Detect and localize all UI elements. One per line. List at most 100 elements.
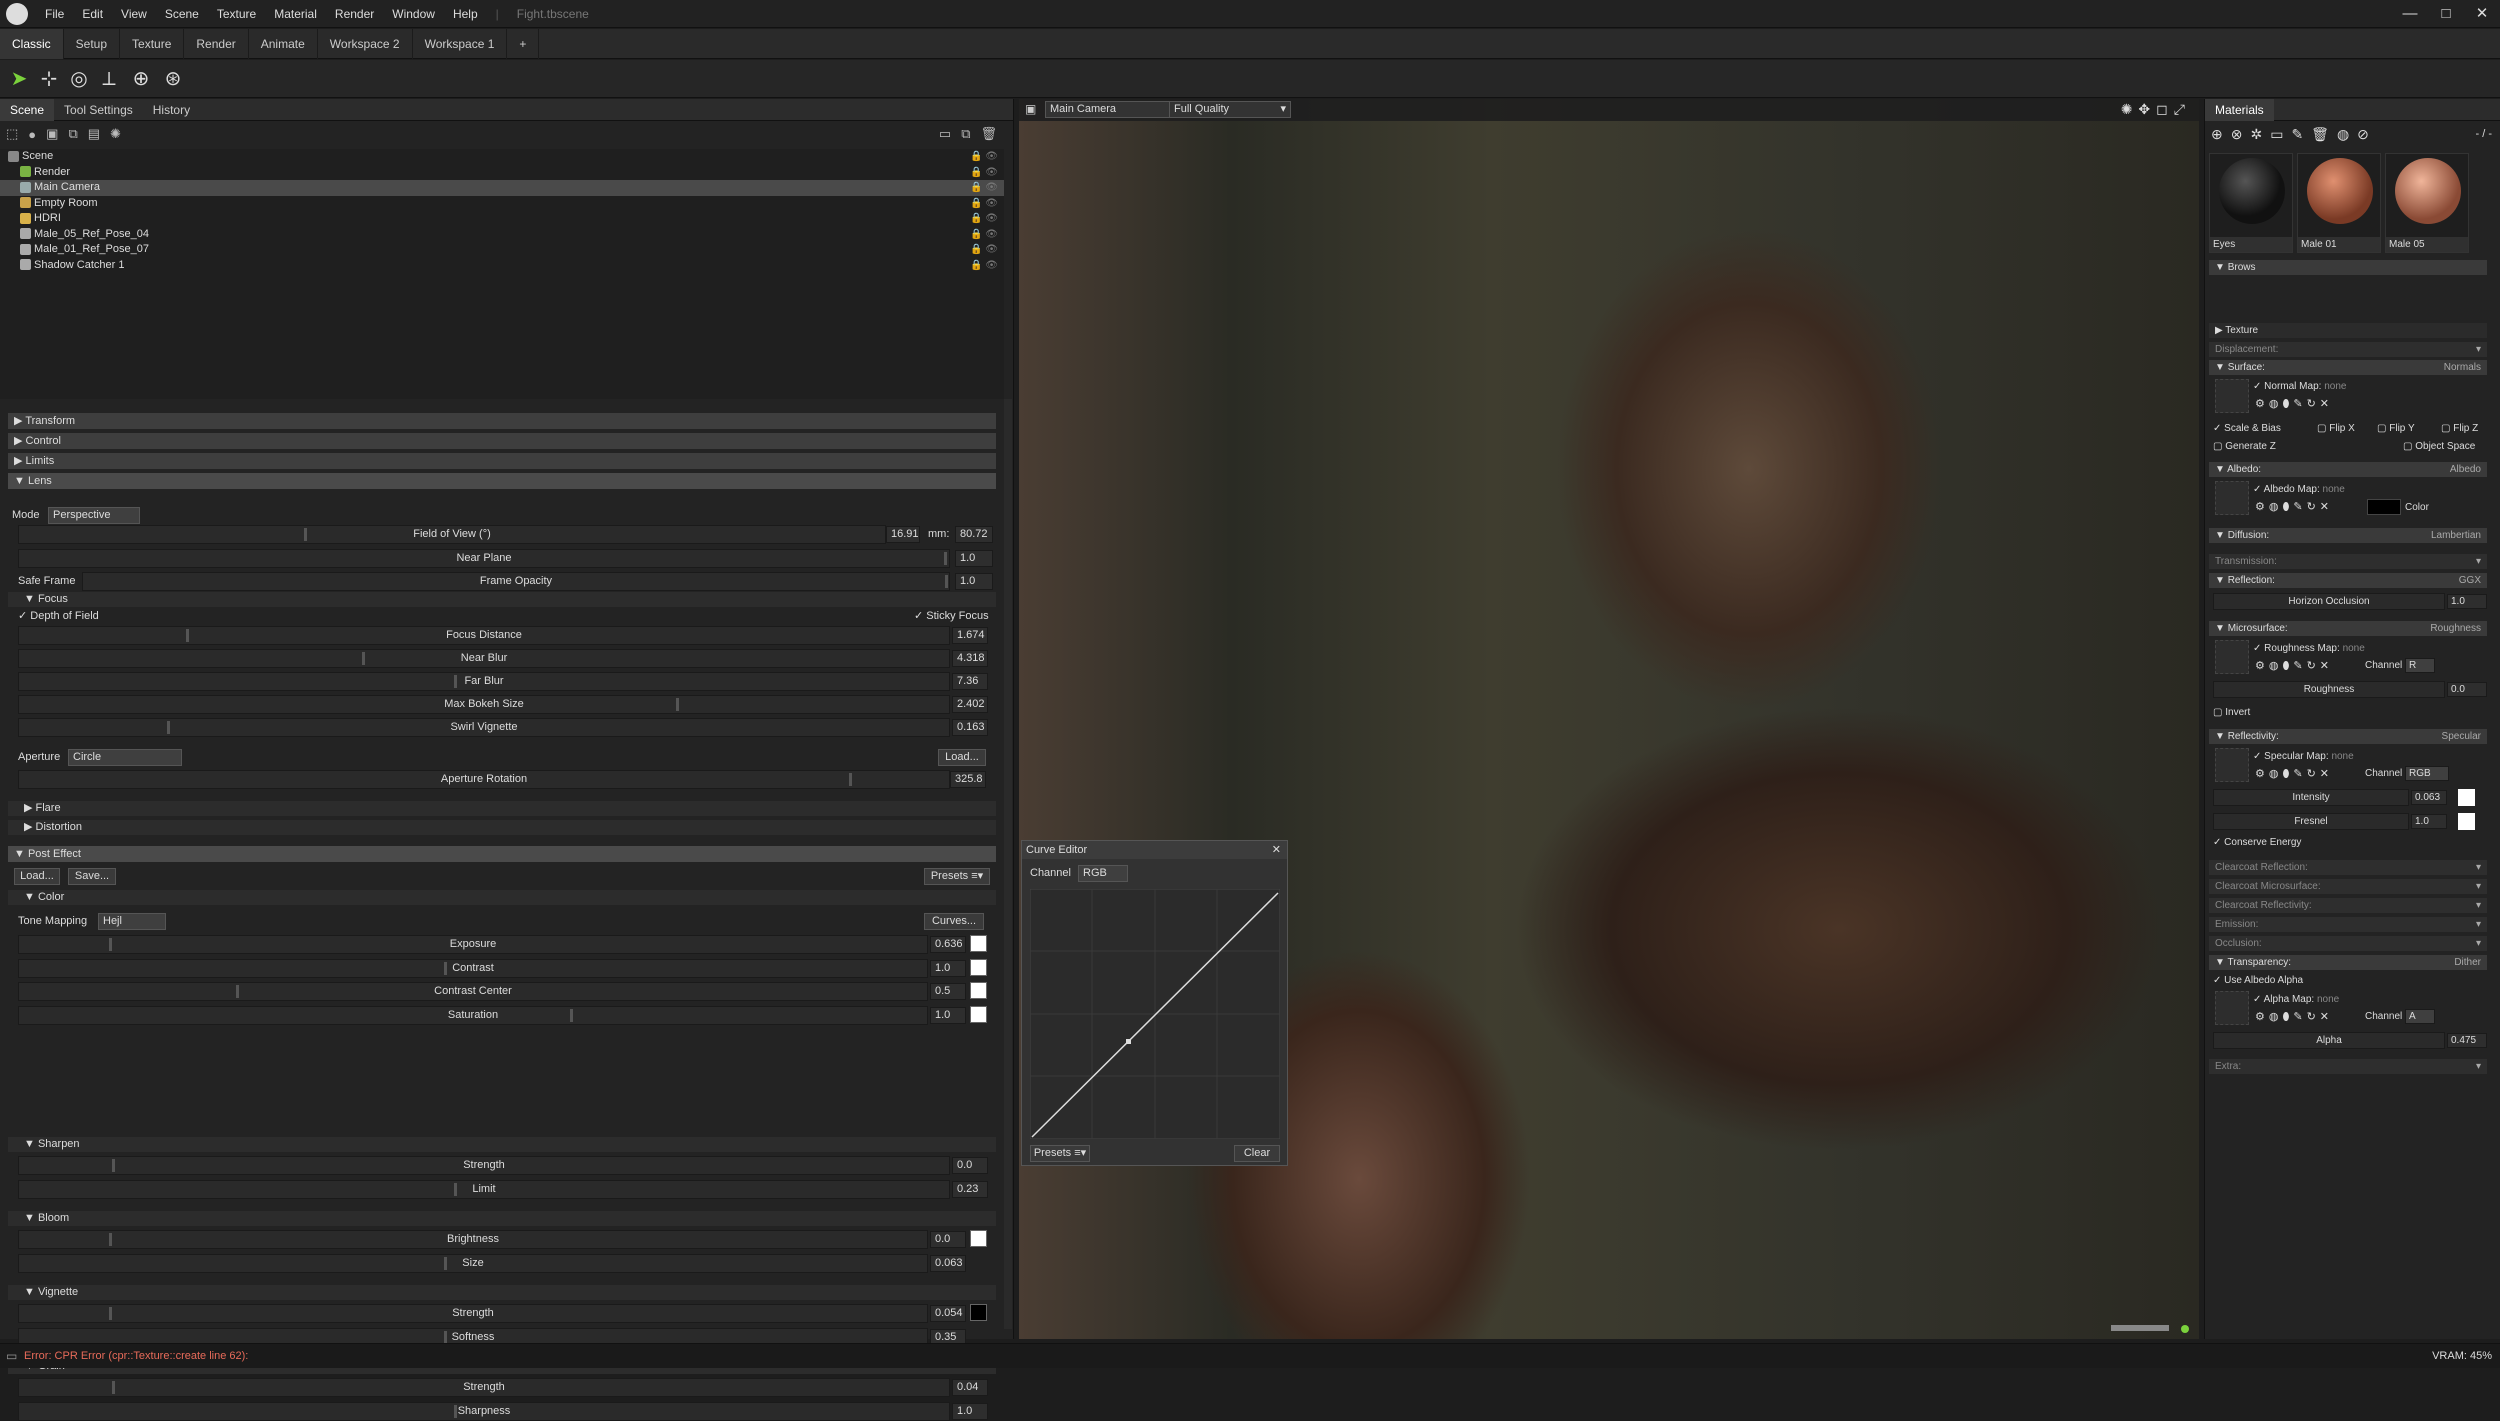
duplicate-icon[interactable]: ⧉ (68, 126, 77, 142)
section-diffusion[interactable]: ▼ Diffusion: Lambertian (2209, 528, 2487, 543)
section-transmission[interactable]: Transmission: ▾ (2209, 554, 2487, 569)
workspace-tab-setup[interactable]: Setup (64, 28, 121, 59)
section-clearcoat-microsurface[interactable]: Clearcoat Microsurface: ▾ (2209, 879, 2487, 894)
menu-scene[interactable]: Scene (156, 0, 208, 28)
use-albedo-alpha-checkbox[interactable]: ✓ Use Albedo Alpha (2213, 974, 2303, 988)
slider-value[interactable]: 0.5 (930, 983, 966, 1000)
materials-tab[interactable]: Materials (2205, 98, 2274, 121)
slider-value[interactable]: 7.36 (952, 673, 988, 690)
tone-mapping-dropdown[interactable]: Hejl (98, 913, 166, 930)
slider-value[interactable]: 0.636 (930, 936, 966, 953)
slider-knob[interactable] (676, 698, 679, 711)
section-extra[interactable]: Extra: ▾ (2209, 1059, 2487, 1074)
section-control[interactable]: ▶ Control (8, 433, 996, 449)
section-focus[interactable]: ▼ Focus (8, 592, 996, 607)
section-albedo[interactable]: ▼ Albedo: Albedo (2209, 462, 2487, 477)
slider-strength[interactable]: Strength (18, 1156, 950, 1175)
slider-strength[interactable]: Strength (18, 1304, 928, 1323)
menu-texture[interactable]: Texture (208, 0, 265, 28)
section-color[interactable]: ▼ Color (8, 890, 996, 905)
fresnel-color-swatch[interactable] (2458, 813, 2475, 830)
mm-value[interactable]: 80.72 (955, 526, 993, 543)
roughness-map-slot[interactable] (2215, 640, 2249, 674)
albedo-map-slot[interactable] (2215, 481, 2249, 515)
slider-knob[interactable] (444, 1330, 447, 1344)
alpha-value[interactable]: 0.475 (2447, 1033, 2487, 1048)
alpha-map-tools-icons[interactable]: ⚙◍⬮✎↻✕ (2255, 1010, 2333, 1024)
roughness-slider[interactable]: Roughness (2213, 681, 2445, 698)
slider-brightness[interactable]: Brightness (18, 1230, 928, 1249)
slider-strength[interactable]: Strength (18, 1378, 950, 1397)
lock-visibility-icons[interactable]: 🔒 👁 (970, 258, 998, 274)
slider-value[interactable]: 0.04 (952, 1379, 988, 1396)
section-limits[interactable]: ▶ Limits (8, 453, 996, 469)
intensity-color-swatch[interactable] (2458, 789, 2475, 806)
color-swatch[interactable] (970, 935, 987, 952)
lock-visibility-icons[interactable]: 🔒 👁 (970, 196, 998, 212)
lock-visibility-icons[interactable]: 🔒 👁 (970, 180, 998, 196)
frame-opacity-value[interactable]: 1.0 (955, 573, 993, 590)
tab-history[interactable]: History (143, 99, 200, 121)
material-thumb-male01[interactable]: Male 01 (2297, 153, 2381, 253)
paint-icon[interactable]: ✎ (2291, 126, 2303, 143)
slider-value[interactable]: 0.063 (930, 1254, 966, 1272)
aperture-dropdown[interactable]: Circle (68, 749, 182, 766)
section-vignette[interactable]: ▼ Vignette (8, 1285, 996, 1300)
camera-dropdown[interactable]: Main Camera▾ (1045, 101, 1183, 118)
specular-map-tools-icons[interactable]: ⚙◍⬮✎↻✕ (2255, 767, 2333, 781)
slider-saturation[interactable]: Saturation (18, 1005, 928, 1025)
slider-knob[interactable] (236, 985, 239, 998)
curve-channel-dropdown[interactable]: RGB (1078, 865, 1128, 882)
albedo-map-tools-icons[interactable]: ⚙◍⬮✎↻✕ (2255, 500, 2333, 514)
tree-item[interactable]: Render 🔒 👁 (0, 165, 1004, 181)
slider-knob[interactable] (167, 721, 170, 734)
slider-knob[interactable] (454, 1182, 457, 1196)
slider-value[interactable]: 1.0 (930, 1006, 966, 1024)
conserve-energy-checkbox[interactable]: ✓ Conserve Energy (2213, 836, 2301, 850)
apply-icon[interactable]: ◍ (2337, 126, 2349, 143)
slider-value[interactable]: 4.318 (952, 650, 988, 667)
color-swatch[interactable] (970, 1230, 987, 1247)
near-plane-slider[interactable]: Near Plane (18, 549, 950, 568)
delete-icon[interactable]: 🗑 (2311, 126, 2329, 143)
fov-value[interactable]: 16.91 (886, 526, 920, 543)
workspace-tab-render[interactable]: Render (184, 28, 249, 59)
slider-knob[interactable] (109, 1233, 112, 1246)
normal-map-slot[interactable] (2215, 379, 2249, 413)
copy-material-icon[interactable]: ⊗ (2231, 126, 2243, 143)
section-displacement[interactable]: Displacement: ▾ (2209, 342, 2487, 357)
slider-sharpness[interactable]: Sharpness (18, 1401, 950, 1421)
slider-knob[interactable] (112, 1381, 115, 1394)
color-swatch[interactable] (970, 958, 987, 976)
scale-tool-icon[interactable]: ⟂ (96, 66, 122, 92)
tree-item[interactable]: HDRI 🔒 👁 (0, 211, 1004, 227)
tree-item[interactable]: Male_01_Ref_Pose_07 🔒 👁 (0, 242, 1004, 258)
frame-opacity-slider[interactable]: Frame Opacity (82, 572, 950, 591)
fov-slider[interactable]: Field of View (°) (18, 525, 886, 544)
slider-contrast[interactable]: Contrast (18, 958, 928, 978)
camera-icon[interactable]: ▣ (46, 126, 58, 142)
workspace-tab-classic[interactable]: Classic (0, 28, 64, 59)
slider-max-bokeh-size[interactable]: Max Bokeh Size (18, 695, 950, 714)
generate-z-checkbox[interactable]: ▢ Generate Z (2213, 440, 2276, 454)
section-texture[interactable]: ▶ Texture (2209, 323, 2487, 338)
specular-map-slot[interactable] (2215, 748, 2249, 782)
lock-visibility-icons[interactable]: 🔒 👁 (970, 242, 998, 258)
specular-channel-dropdown[interactable]: RGB (2405, 766, 2449, 781)
dof-checkbox[interactable]: ✓ Depth of Field (18, 608, 99, 625)
import-material-icon[interactable]: ✲ (2250, 126, 2262, 143)
tree-item[interactable]: Male_05_Ref_Pose_04 🔒 👁 (0, 227, 1004, 243)
section-bloom[interactable]: ▼ Bloom (8, 1211, 996, 1226)
group-icon[interactable]: ▤ (88, 126, 100, 142)
slider-knob[interactable] (109, 938, 112, 951)
aperture-load-button[interactable]: Load... (938, 749, 986, 766)
section-microsurface[interactable]: ▼ Microsurface: Roughness (2209, 621, 2487, 636)
light-icon[interactable]: ● (28, 127, 36, 142)
curve-clear-button[interactable]: Clear (1234, 1145, 1280, 1162)
menu-help[interactable]: Help (444, 0, 487, 28)
slider-value[interactable]: 0.0 (930, 1231, 966, 1248)
curve-close-icon[interactable]: ✕ (1272, 841, 1281, 859)
maximize-button[interactable]: □ (2428, 0, 2464, 28)
clear-icon[interactable]: ⊘ (2357, 126, 2369, 143)
tree-item[interactable]: Main Camera 🔒 👁 (0, 180, 1004, 196)
